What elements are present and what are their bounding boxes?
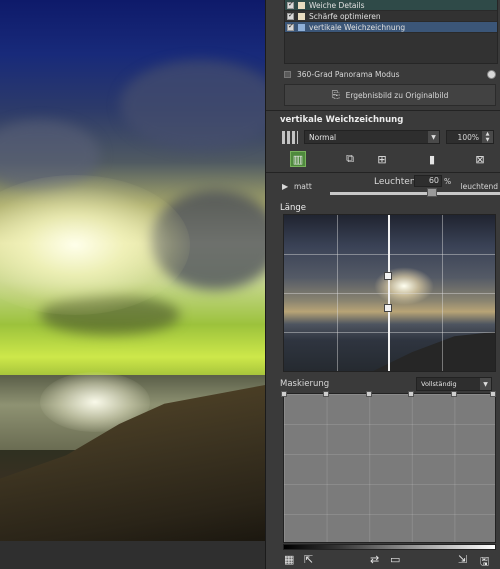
list-item-label: Schärfe optimieren: [309, 11, 381, 21]
gradient-icon[interactable]: ▮: [424, 151, 440, 167]
divider: [266, 172, 500, 173]
glow-slider[interactable]: [330, 192, 500, 195]
grid-line: [336, 215, 338, 371]
effect-swatch: [298, 12, 305, 20]
opacity-value: 100%: [457, 132, 479, 142]
length-title: Länge: [280, 203, 306, 213]
effect-swatch: [298, 23, 305, 31]
list-item[interactable]: vertikale Weichzeichnung: [285, 22, 497, 33]
checkbox[interactable]: [287, 0, 294, 9]
grid-line: [442, 215, 444, 371]
slider-thumb[interactable]: [427, 188, 437, 197]
list-item-label: vertikale Weichzeichnung: [309, 22, 406, 32]
chevron-down-icon: ▼: [480, 378, 491, 390]
checkbox[interactable]: [287, 22, 294, 31]
list-item-label: Weiche Details: [309, 0, 365, 10]
mask-load-icon[interactable]: ⇲: [458, 553, 467, 566]
opacity-stepper[interactable]: 100% ▲ ▼: [446, 130, 494, 144]
curve-knot[interactable]: [281, 391, 287, 397]
panorama-row: 360-Grad Panorama Modus: [284, 70, 496, 79]
mask-header: Maskierung Vollständig ▼: [280, 377, 498, 391]
blend-grid-icon[interactable]: [282, 130, 298, 144]
image-preview[interactable]: [0, 0, 265, 541]
delete-icon[interactable]: ⊠: [472, 151, 488, 167]
curve-knot[interactable]: [384, 272, 392, 280]
preview-sun: [374, 267, 434, 305]
slider-min-label: matt: [294, 182, 312, 191]
mask-export-icon[interactable]: ⇱: [304, 553, 313, 566]
stepper-arrows-icon[interactable]: ▲ ▼: [482, 131, 493, 143]
mask-flip-icon[interactable]: ⇄: [370, 553, 379, 566]
compare-original-label: Ergebnisbild zu Originalbild: [345, 90, 449, 100]
mask-title: Maskierung: [280, 379, 330, 389]
preview-shore: [284, 331, 495, 371]
compare-original-button[interactable]: ⎘ Ergebnisbild zu Originalbild: [284, 84, 496, 106]
mask-invert-icon[interactable]: ▭: [390, 553, 400, 566]
section-title: vertikale Weichzeichnung: [280, 115, 404, 125]
effects-list: Weiche Details Schärfe optimieren vertik…: [284, 0, 498, 64]
checkbox[interactable]: [287, 11, 294, 20]
info-icon[interactable]: [487, 70, 496, 79]
curve-knot[interactable]: [408, 391, 414, 397]
curve-knot[interactable]: [384, 304, 392, 312]
blend-mode-value: Normal: [309, 132, 337, 142]
slider-name: Leuchten: [374, 177, 416, 187]
divider: [266, 110, 500, 111]
sun-glow: [0, 175, 190, 315]
play-icon[interactable]: ▶: [282, 182, 288, 191]
blend-mode-select[interactable]: Normal ▼: [304, 130, 440, 144]
effect-toolbar: ▥ ⧉ ⊞ ▮ ⊠: [288, 151, 493, 169]
cloud: [120, 60, 265, 150]
mask-icon[interactable]: ▥: [290, 151, 306, 167]
mask-mode-value: Vollständig: [421, 380, 457, 388]
mask-toolbar: ▦ ⇱ ⇄ ▭ ⇲ 🖫: [284, 553, 498, 569]
blend-row: Normal ▼ 100% ▲ ▼: [282, 128, 498, 146]
curve-knot[interactable]: [366, 391, 372, 397]
mask-curve-editor[interactable]: [281, 391, 496, 543]
curve-knot[interactable]: [451, 391, 457, 397]
list-item[interactable]: Schärfe optimieren: [285, 11, 497, 22]
panorama-label: 360-Grad Panorama Modus: [297, 70, 400, 79]
curve-knot[interactable]: [323, 391, 329, 397]
mask-save-icon[interactable]: 🖫: [480, 553, 489, 569]
slider-unit: %: [444, 177, 452, 186]
panorama-checkbox[interactable]: [284, 71, 291, 78]
chevron-down-icon: ▼: [428, 131, 439, 143]
glow-slider-row: ▶ matt Leuchten 60 % leuchtend: [280, 175, 500, 200]
length-curve[interactable]: [388, 215, 390, 371]
list-item[interactable]: Weiche Details: [285, 0, 497, 11]
copy-icon[interactable]: ⧉: [342, 151, 358, 167]
settings-panel: Weiche Details Schärfe optimieren vertik…: [265, 0, 500, 569]
mask-gradient-bar: [283, 544, 496, 550]
slider-value-field[interactable]: 60: [414, 175, 442, 187]
effect-swatch: [298, 1, 305, 9]
paste-icon[interactable]: ⊞: [374, 151, 390, 167]
mask-grid-icon[interactable]: ▦: [284, 553, 294, 566]
length-curve-editor[interactable]: [283, 214, 496, 372]
compare-icon: ⎘: [331, 89, 340, 101]
slider-max-label: leuchtend: [460, 182, 498, 191]
mask-mode-select[interactable]: Vollständig ▼: [416, 377, 492, 391]
curve-knot[interactable]: [490, 391, 496, 397]
canvas-footer: [0, 541, 265, 569]
